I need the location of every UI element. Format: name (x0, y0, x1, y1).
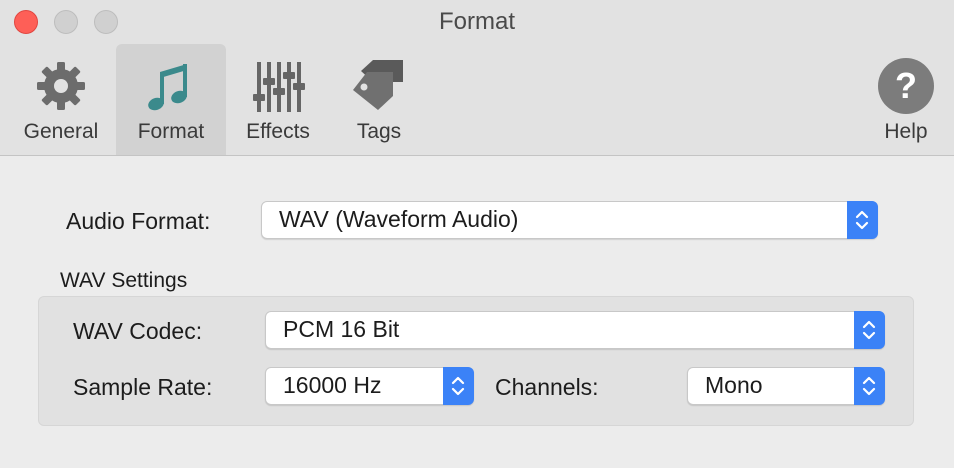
svg-text:?: ? (895, 65, 917, 106)
channels-label: Channels: (495, 374, 599, 400)
channels-value: Mono (705, 372, 763, 398)
title-bar: Format General Format Effects Tags ? Hel… (0, 0, 954, 156)
sliders-icon (253, 62, 305, 112)
toolbar-tags-label: Tags (356, 120, 402, 143)
music-note-icon (148, 64, 187, 111)
audio-format-label: Audio Format: (66, 208, 211, 234)
tag-icon (353, 60, 403, 110)
toolbar-effects[interactable]: Effects (228, 44, 328, 155)
toolbar-format-label: Format (137, 120, 205, 143)
toolbar-help[interactable]: ? Help (866, 44, 946, 155)
toolbar-general-label: General (23, 120, 99, 143)
format-window: Format General Format Effects Tags ? Hel… (0, 0, 954, 468)
sample-rate-popup[interactable]: 16000 Hz (265, 367, 474, 405)
wav-codec-popup[interactable]: PCM 16 Bit (265, 311, 885, 349)
channels-popup[interactable]: Mono (687, 367, 885, 405)
sample-rate-label: Sample Rate: (73, 374, 213, 400)
chevron-up-down-icon (854, 311, 885, 349)
gear-icon (37, 62, 85, 110)
audio-format-popup[interactable]: WAV (Waveform Audio) (261, 201, 878, 239)
question-mark-icon: ? (878, 58, 934, 114)
wav-codec-value: PCM 16 Bit (283, 316, 400, 342)
wav-settings-title: WAV Settings (60, 269, 188, 292)
toolbar-format[interactable]: Format (116, 44, 226, 155)
toolbar-tags[interactable]: Tags (330, 44, 428, 155)
toolbar-general[interactable]: General (8, 44, 114, 155)
window-title: Format (438, 8, 515, 35)
chevron-up-down-icon (854, 367, 885, 405)
toolbar-effects-label: Effects (246, 120, 310, 143)
toolbar-help-label: Help (884, 120, 928, 143)
sample-rate-value: 16000 Hz (283, 372, 382, 398)
audio-format-value: WAV (Waveform Audio) (279, 206, 519, 232)
chevron-up-down-icon (847, 201, 878, 239)
wav-codec-label: WAV Codec: (73, 318, 203, 344)
chevron-up-down-icon (443, 367, 474, 405)
